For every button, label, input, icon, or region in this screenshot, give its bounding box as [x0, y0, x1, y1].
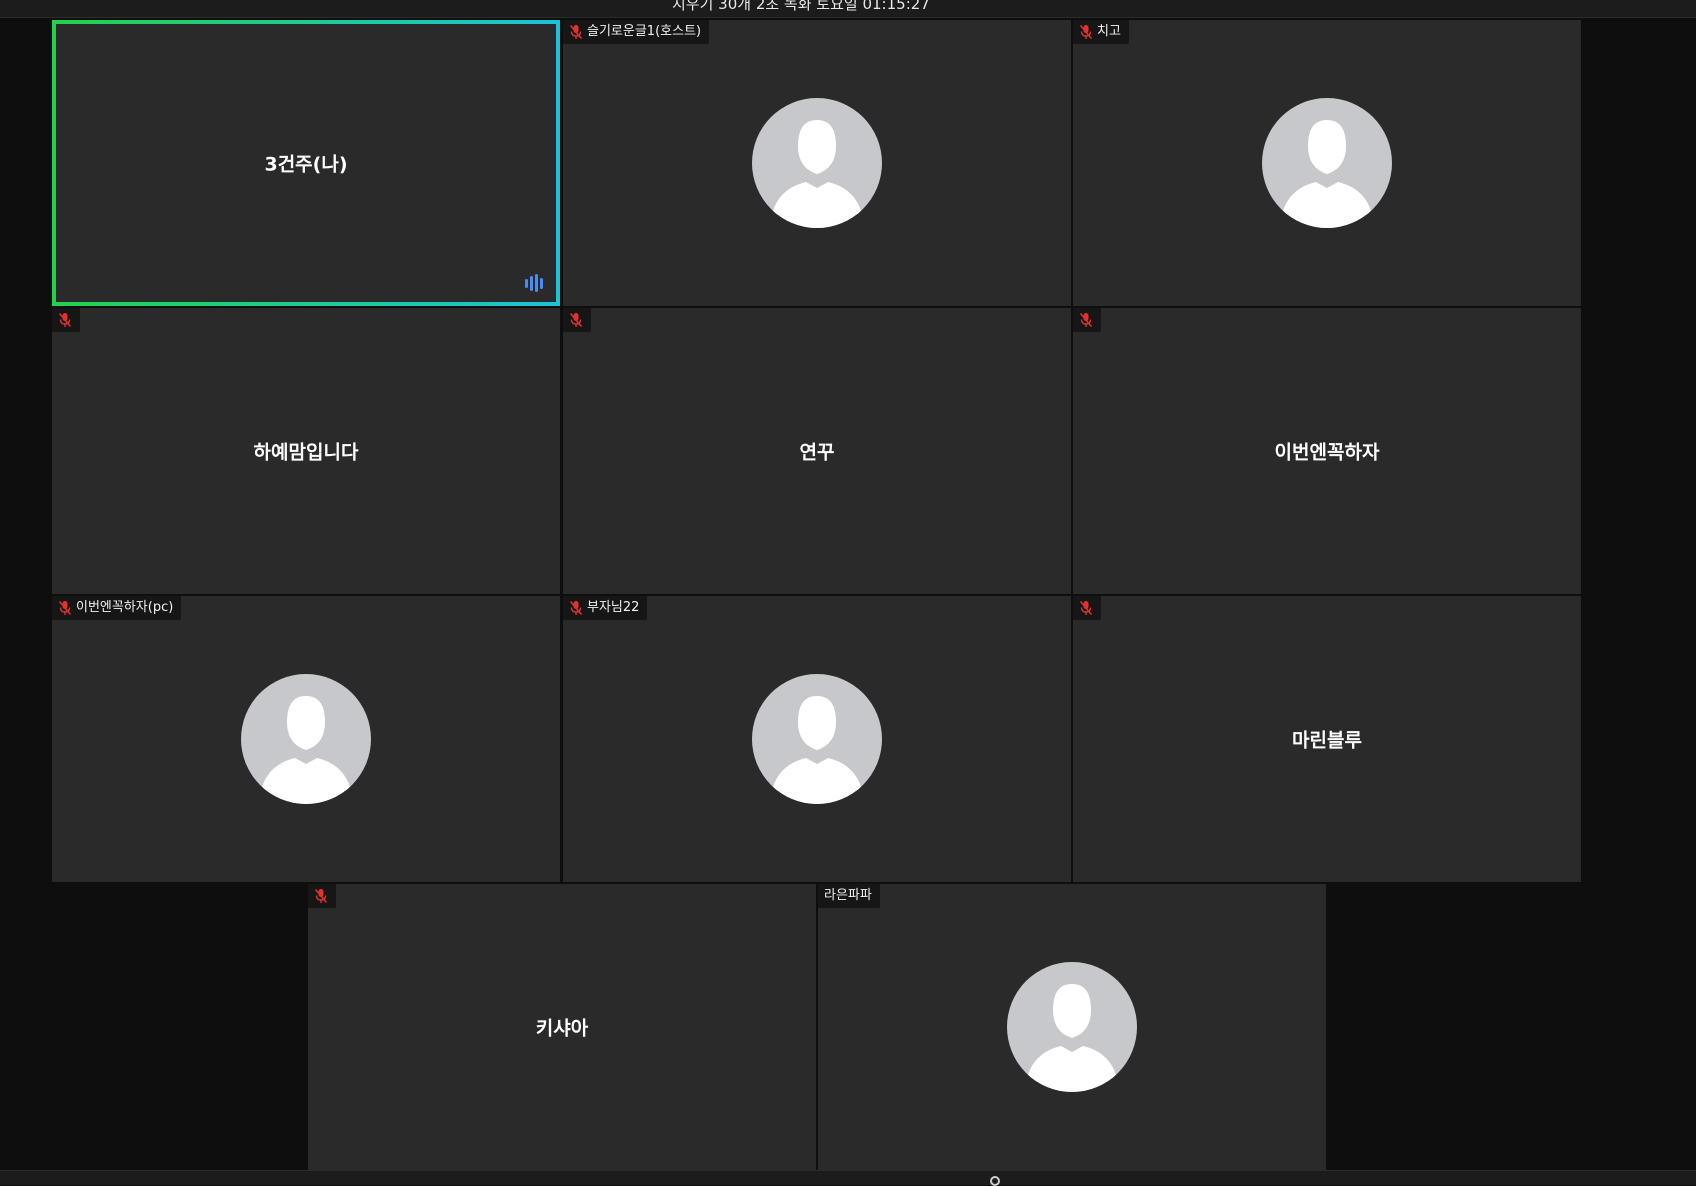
participant-name-tag: 치고	[1073, 20, 1129, 44]
default-avatar-icon	[1007, 962, 1137, 1092]
default-avatar-icon	[752, 98, 882, 228]
participant-tile-이번엔꼭하자[interactable]: 이번엔꼭하자	[1073, 308, 1581, 594]
participant-tile-치고[interactable]: 치고	[1073, 20, 1581, 306]
mic-muted-icon	[1079, 313, 1093, 327]
meeting-toolbar	[0, 1170, 1696, 1186]
mic-muted-icon	[569, 313, 583, 327]
participant-label: 부자님22	[587, 600, 640, 615]
participant-tile-하예맘입니다[interactable]: 하예맘입니다	[52, 308, 560, 594]
participant-name: 3건주(나)	[264, 153, 348, 176]
mic-muted-icon	[58, 601, 72, 615]
participant-name-tag	[1073, 308, 1101, 332]
default-avatar-icon	[241, 674, 371, 804]
participant-name: 이번엔꼭하자	[1274, 441, 1380, 464]
participant-name: 연꾸	[799, 441, 835, 464]
toolbar-button-icon[interactable]	[990, 1176, 1000, 1186]
participant-tile-키샤아[interactable]: 키샤아	[308, 884, 816, 1170]
mic-muted-icon	[1079, 601, 1093, 615]
participant-tile-연꾸[interactable]: 연꾸	[563, 308, 1071, 594]
participant-name-tag: 부자님22	[563, 596, 648, 620]
participant-tile-부자님22[interactable]: 부자님22	[563, 596, 1071, 882]
participant-tile-마린블루[interactable]: 마린블루	[1073, 596, 1581, 882]
participant-tile-이번엔꼭하자pc[interactable]: 이번엔꼭하자(pc)	[52, 596, 560, 882]
participant-tile-라은파파[interactable]: 라은파파	[818, 884, 1326, 1170]
participant-name-tag	[308, 884, 336, 908]
meeting-top-bar: 지우기 30개 2초 녹화 토요일 01:15:27	[0, 0, 1696, 18]
participant-name-tag	[52, 308, 80, 332]
participant-name-tag: 라은파파	[818, 884, 880, 908]
participant-name-tag: 이번엔꼭하자(pc)	[52, 596, 182, 620]
mic-muted-icon	[314, 889, 328, 903]
participant-name: 하예맘입니다	[253, 441, 359, 464]
participant-label: 이번엔꼭하자(pc)	[76, 600, 174, 615]
mic-muted-icon	[58, 313, 72, 327]
participant-label: 치고	[1097, 24, 1121, 39]
participant-name-tag	[563, 308, 591, 332]
participant-name-tag: 슬기로운글1(호스트)	[563, 20, 710, 44]
default-avatar-icon	[752, 674, 882, 804]
audio-level-icon	[525, 274, 543, 292]
mic-muted-icon	[569, 25, 583, 39]
participant-name: 마린블루	[1292, 729, 1362, 752]
participant-label: 라은파파	[824, 888, 872, 903]
participant-label: 슬기로운글1(호스트)	[587, 24, 702, 39]
participant-name: 키샤아	[535, 1017, 589, 1040]
mic-muted-icon	[569, 601, 583, 615]
meeting-status-text: 지우기 30개 2초 녹화 토요일 01:15:27	[672, 0, 930, 13]
participant-tile-3건주[interactable]: 3건주(나)	[52, 20, 560, 306]
default-avatar-icon	[1262, 98, 1392, 228]
participant-name-tag	[1073, 596, 1101, 620]
mic-muted-icon	[1079, 25, 1093, 39]
participant-tile-슬기로운글1[interactable]: 슬기로운글1(호스트)	[563, 20, 1071, 306]
